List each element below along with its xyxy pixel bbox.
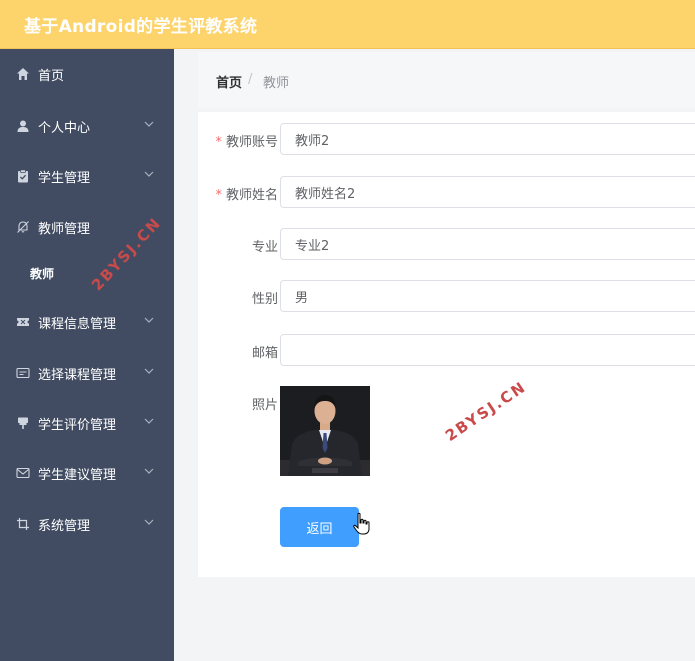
gender-label: 性别 bbox=[251, 292, 278, 307]
user-icon bbox=[17, 120, 29, 132]
chevron-down-icon bbox=[144, 519, 154, 525]
top-bar: 基于Android的学生评教系统 bbox=[0, 0, 695, 49]
ticket-icon bbox=[17, 318, 29, 326]
mail-icon bbox=[16, 467, 30, 479]
message-box-icon bbox=[16, 367, 30, 379]
breadcrumb-home[interactable]: 首页 bbox=[216, 72, 242, 91]
sidebar-subitem-label: 教师 bbox=[30, 267, 55, 281]
sidebar-item-label: 学生建议管理 bbox=[38, 468, 117, 483]
sidebar-item-course-info-management[interactable]: 课程信息管理 bbox=[0, 297, 174, 347]
sidebar-item-label: 系统管理 bbox=[38, 519, 91, 534]
chevron-down-icon bbox=[144, 468, 154, 474]
bell-off-icon bbox=[17, 221, 29, 233]
sidebar-item-label: 选择课程管理 bbox=[38, 368, 117, 383]
sidebar-item-student-management[interactable]: 学生管理 bbox=[0, 151, 174, 201]
sidebar-item-student-evaluation-management[interactable]: 学生评价管理 bbox=[0, 398, 174, 448]
major-label: 专业 bbox=[251, 240, 278, 255]
email-label: 邮箱 bbox=[251, 346, 278, 361]
sidebar-item-personal-center[interactable]: 个人中心 bbox=[0, 101, 174, 151]
crop-icon bbox=[17, 518, 29, 530]
sidebar-item-course-selection-management[interactable]: 选择课程管理 bbox=[0, 348, 174, 398]
breadcrumb-current: 教师 bbox=[263, 76, 290, 91]
teacher-photo-image bbox=[280, 386, 370, 476]
teacher-name-field[interactable] bbox=[280, 176, 695, 208]
chevron-down-icon bbox=[144, 368, 154, 374]
sidebar: 首页 个人中心 学生管理 教师管理 教师 课程信息管理 选择课程管理 学生评价管… bbox=[0, 49, 174, 661]
hand-pointer-icon bbox=[353, 512, 370, 535]
sidebar-item-label: 个人中心 bbox=[38, 121, 91, 136]
home-icon bbox=[17, 68, 29, 80]
clipboard-icon bbox=[18, 169, 28, 183]
pin-icon bbox=[18, 417, 28, 429]
teacher-detail-form: *教师账号 *教师姓名 专业 性别 邮箱 照片 返回 bbox=[198, 112, 695, 577]
chevron-down-icon bbox=[144, 317, 154, 323]
chevron-down-icon bbox=[144, 171, 154, 177]
sidebar-item-system-management[interactable]: 系统管理 bbox=[0, 499, 174, 549]
back-button[interactable]: 返回 bbox=[280, 507, 359, 547]
chevron-down-icon bbox=[144, 121, 154, 127]
breadcrumb-separator: / bbox=[248, 72, 253, 87]
chevron-down-icon bbox=[144, 418, 154, 424]
sidebar-item-label: 首页 bbox=[38, 69, 65, 84]
account-label: * 教师账号 bbox=[215, 135, 278, 150]
gender-field[interactable] bbox=[280, 280, 695, 312]
required-mark: * bbox=[215, 135, 222, 150]
required-mark: * bbox=[215, 188, 222, 203]
name-label: * 教师姓名 bbox=[215, 188, 278, 203]
sidebar-item-student-suggestion-management[interactable]: 学生建议管理 bbox=[0, 448, 174, 498]
email-field[interactable] bbox=[280, 334, 695, 366]
teacher-photo bbox=[280, 386, 370, 476]
teacher-account-field[interactable] bbox=[280, 123, 695, 155]
major-field[interactable] bbox=[280, 228, 695, 260]
photo-label: 照片 bbox=[251, 398, 278, 413]
sidebar-item-label: 学生评价管理 bbox=[38, 418, 117, 433]
sidebar-item-label: 学生管理 bbox=[38, 171, 91, 186]
app-title: 基于Android的学生评教系统 bbox=[24, 17, 258, 37]
sidebar-subitem-teacher[interactable]: 教师 bbox=[0, 251, 174, 295]
breadcrumb: 首页 / 教师 bbox=[198, 52, 695, 108]
sidebar-item-label: 教师管理 bbox=[38, 222, 91, 237]
sidebar-item-home[interactable]: 首页 bbox=[0, 49, 174, 99]
sidebar-item-label: 课程信息管理 bbox=[38, 317, 117, 332]
